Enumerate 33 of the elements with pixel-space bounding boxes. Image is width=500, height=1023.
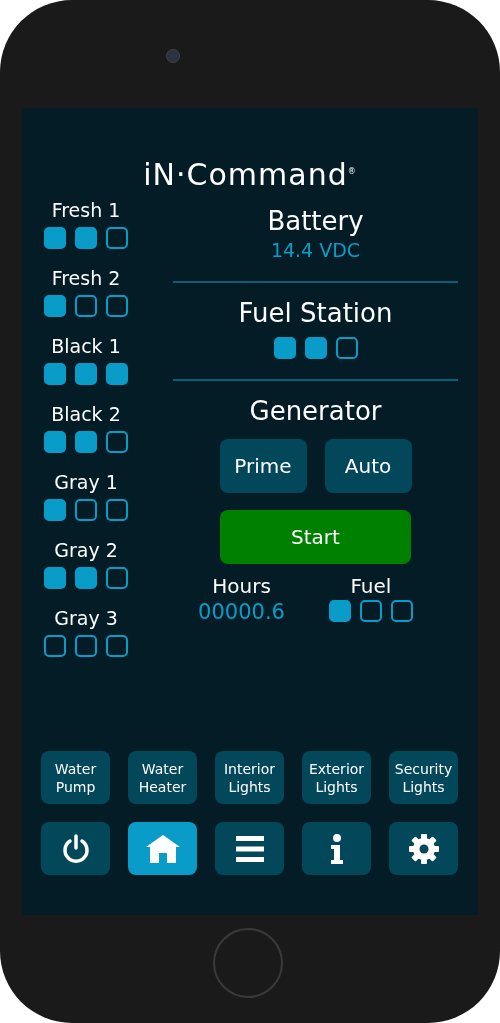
nav-button[interactable] xyxy=(302,822,371,875)
switch-button[interactable]: Interior Lights xyxy=(215,751,284,804)
switch-button[interactable]: Water Pump xyxy=(41,751,110,804)
generator-button[interactable]: Auto xyxy=(324,439,412,493)
section-title: Generator xyxy=(249,395,382,427)
switch-button[interactable]: Exterior Lights xyxy=(302,751,371,804)
hours-value: 00000.6 xyxy=(198,600,285,624)
section-title: Fuel Station xyxy=(238,297,393,329)
power-icon xyxy=(60,833,91,864)
home-icon xyxy=(144,833,181,864)
nav-button[interactable] xyxy=(41,822,110,875)
generator-button[interactable]: Prime xyxy=(219,439,307,493)
info-icon xyxy=(328,833,345,864)
settings-icon xyxy=(407,832,440,865)
battery-voltage: 14.4 VDC xyxy=(270,239,361,261)
tank-label: Black 2 xyxy=(51,403,121,425)
tank-label: Gray 2 xyxy=(54,539,118,561)
tank-label: Gray 1 xyxy=(54,471,118,493)
tank-label: Gray 3 xyxy=(54,607,118,629)
app-logo: iN·Command$^{®}$ xyxy=(143,156,357,191)
switch-button[interactable]: Security Lights xyxy=(389,751,458,804)
tank-label: Fresh 1 xyxy=(51,199,121,221)
tank-label: Fresh 2 xyxy=(51,267,121,289)
switch-button[interactable]: Water Heater xyxy=(128,751,197,804)
fuel-label: Fuel xyxy=(350,574,392,598)
nav-button[interactable] xyxy=(389,822,458,875)
menu-icon xyxy=(235,835,264,862)
tank-label: Black 1 xyxy=(51,335,121,357)
section-title: Battery xyxy=(267,205,364,237)
camera-icon xyxy=(166,49,180,63)
hours-label: Hours xyxy=(212,574,271,598)
start-button[interactable]: Start xyxy=(220,510,411,564)
nav-button[interactable] xyxy=(215,822,284,875)
